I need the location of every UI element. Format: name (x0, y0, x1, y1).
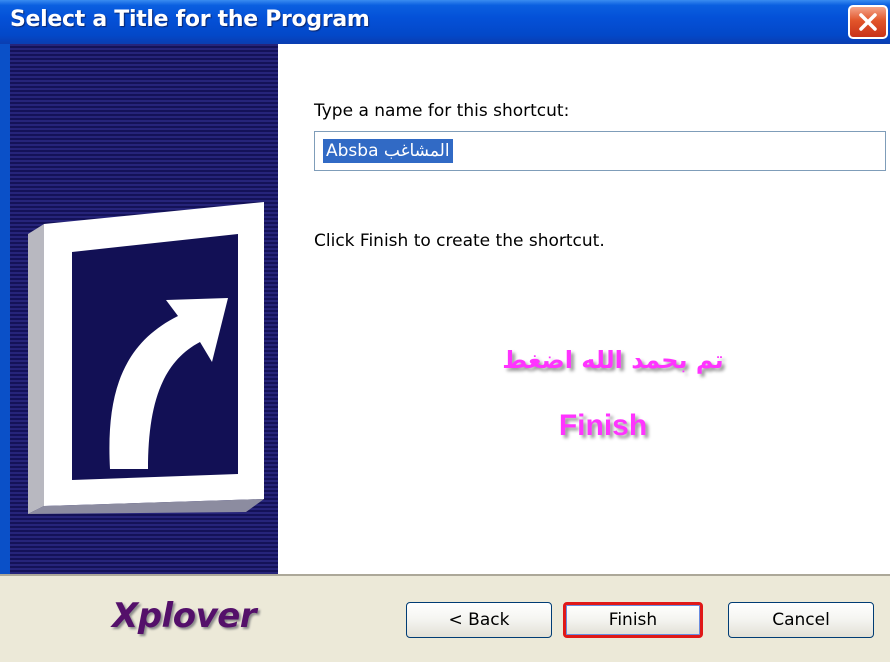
shortcut-name-value: Absba المشاغب (323, 139, 453, 163)
content-pane: Type a name for this shortcut: Absba الم… (278, 44, 890, 574)
close-button[interactable] (848, 5, 888, 39)
window-title: Select a Title for the Program (10, 7, 370, 32)
title-bar[interactable]: Select a Title for the Program (0, 0, 890, 46)
finish-instruction: Click Finish to create the shortcut. (314, 231, 605, 251)
annotation-finish-text: Finish (558, 409, 648, 442)
wizard-side-panel (10, 44, 278, 574)
close-icon (859, 13, 877, 31)
shortcut-name-input[interactable]: Absba المشاغب (314, 131, 886, 171)
brand-watermark: Xplover (112, 596, 257, 636)
back-button[interactable]: < Back (406, 602, 552, 638)
dialog-window: Select a Title for the Program Type a na… (0, 0, 890, 662)
button-bar: Xplover < Back Finish Cancel (0, 574, 890, 662)
shortcut-name-label: Type a name for this shortcut: (314, 101, 570, 121)
window-frame-left (0, 44, 10, 574)
cancel-button[interactable]: Cancel (728, 602, 874, 638)
shortcut-arrow-icon (28, 202, 264, 514)
annotation-arabic-text: تم بحمد الله اضغط (502, 346, 724, 374)
finish-button[interactable]: Finish (563, 602, 703, 638)
